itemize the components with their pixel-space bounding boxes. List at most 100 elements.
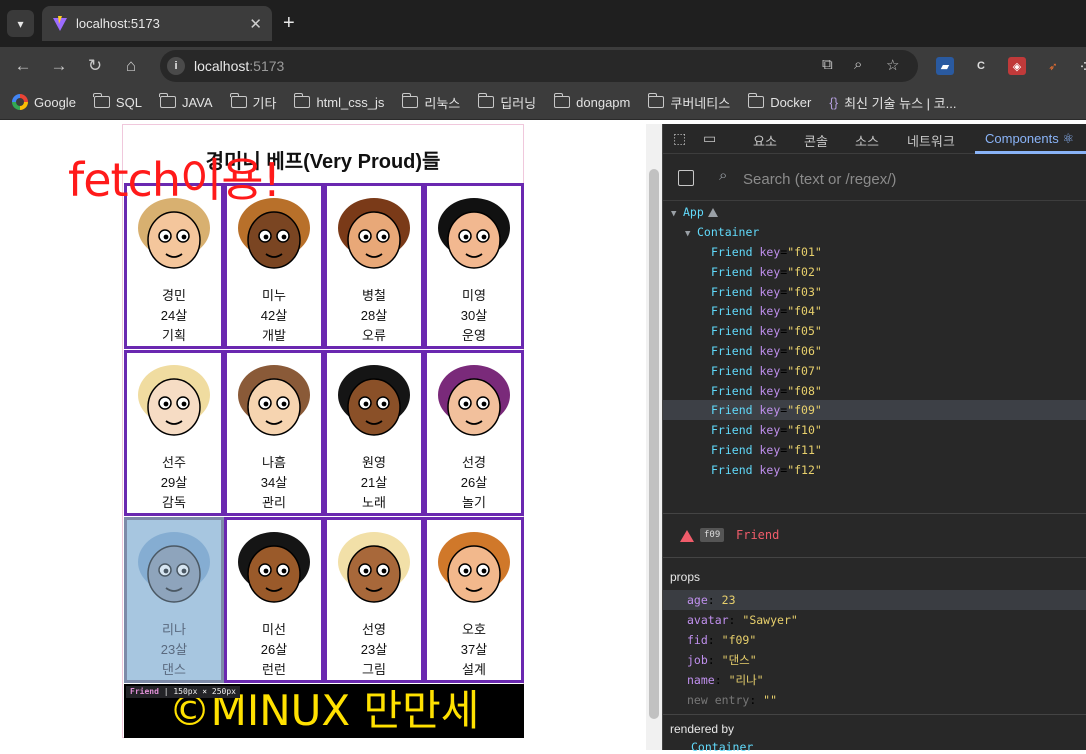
avatar-face (147, 211, 201, 269)
component-search-row: ⌕ (663, 155, 1086, 201)
friend-name: 미선 (262, 622, 286, 637)
select-component-icon[interactable] (678, 170, 694, 186)
prop-value[interactable]: "Sawyer" (742, 613, 797, 627)
prop-row[interactable]: age: 23 (663, 590, 1086, 610)
extension-icon[interactable]: ▰ (936, 57, 954, 75)
friend-info: 리나 23살 댄스 (127, 620, 221, 680)
prop-row[interactable]: job: "댄스" (663, 650, 1086, 670)
expand-caret-icon[interactable]: ▼ (685, 224, 697, 244)
inspect-element-icon[interactable]: ⬚ (673, 130, 690, 147)
page-scrollbar-thumb[interactable] (649, 169, 659, 719)
warning-icon (680, 530, 694, 542)
tree-key-value: "f05" (787, 324, 822, 339)
bookmark-folder-deeplearning[interactable]: 딥러닝 (477, 93, 536, 112)
bookmark-folder-docker[interactable]: Docker (747, 93, 811, 110)
friend-card[interactable]: 미영 30살 운영 (424, 183, 524, 349)
active-tab[interactable]: localhost:5173 ✕ (42, 6, 272, 41)
friend-card[interactable]: 선주 29살 감독 (124, 350, 224, 516)
friend-name: 나흠 (262, 455, 286, 470)
avatar (338, 365, 410, 436)
bookmark-label: 최신 기술 뉴스 | 코... (844, 95, 957, 111)
friend-card[interactable]: 선경 26살 놀기 (424, 350, 524, 516)
props-section-title: props (670, 570, 701, 584)
prop-key: age (687, 593, 708, 607)
friend-name: 선경 (462, 455, 486, 470)
extension-devtool-icon[interactable]: ◈ (1008, 57, 1026, 75)
prop-value[interactable]: "f09" (722, 633, 757, 647)
friend-job: 기획 (162, 328, 186, 343)
tree-row-friend[interactable]: Friend key="f05" (663, 321, 1086, 341)
tree-row-friend[interactable]: Friend key="f03" (663, 282, 1086, 302)
bookmark-folder-dongapm[interactable]: dongapm (553, 93, 630, 110)
friend-card[interactable]: 병철 28살 오류 (324, 183, 424, 349)
site-info-icon[interactable]: i (167, 57, 185, 75)
friend-info: 원영 21살 노래 (327, 453, 421, 513)
new-tab-button[interactable]: + (283, 11, 295, 35)
friend-card[interactable]: 오호 37살 설계 (424, 517, 524, 683)
prop-value[interactable]: "" (763, 693, 777, 707)
tab-sources[interactable]: 소스 (855, 131, 879, 150)
expand-caret-icon[interactable]: ▼ (671, 204, 683, 224)
tree-row-friend[interactable]: Friend key="f11" (663, 440, 1086, 460)
bookmark-folder-sql[interactable]: SQL (93, 93, 142, 110)
tab-elements[interactable]: 요소 (753, 131, 777, 150)
prop-row[interactable]: new entry: "" (663, 690, 1086, 710)
reload-icon[interactable]: ↻ (84, 55, 106, 77)
friend-info: 경민 24살 기획 (127, 286, 221, 346)
friend-card[interactable]: 미선 26살 런런 (224, 517, 324, 683)
prop-value[interactable]: "리나" (729, 673, 764, 687)
tree-row-friend[interactable]: Friend key="f07" (663, 361, 1086, 381)
tree-row-friend[interactable]: Friend key="f02" (663, 262, 1086, 282)
forward-arrow-icon[interactable]: → (48, 55, 70, 77)
bookmark-folder-etc[interactable]: 기타 (230, 93, 276, 112)
bookmark-star-icon[interactable]: ☆ (886, 56, 899, 74)
friend-card[interactable]: 나흠 34살 관리 (224, 350, 324, 516)
bookmark-folder-kubernetes[interactable]: 쿠버네티스 (647, 93, 730, 112)
tab-network[interactable]: 네트워크 (907, 131, 955, 150)
zoom-icon[interactable]: ⌕ (854, 56, 862, 73)
rendered-by-item[interactable]: Container (691, 740, 753, 754)
bookmark-folder-java[interactable]: JAVA (159, 93, 213, 110)
tree-row-friend[interactable]: Friend key="f08" (663, 381, 1086, 401)
tab-search-button[interactable]: ▾ (7, 10, 34, 37)
prop-value[interactable]: "댄스" (722, 653, 757, 667)
friend-age: 34살 (260, 475, 288, 490)
bookmark-google[interactable]: Google (12, 94, 76, 110)
tab-console[interactable]: 콘솔 (804, 131, 828, 150)
extension-cursor-icon[interactable]: C (972, 57, 990, 75)
bookmark-tech-news[interactable]: {} 최신 기술 뉴스 | 코... (829, 93, 956, 112)
prop-row[interactable]: avatar: "Sawyer" (663, 610, 1086, 630)
folder-icon (477, 93, 495, 108)
tree-row-friend[interactable]: Friend key="f06" (663, 341, 1086, 361)
device-toolbar-icon[interactable]: ▭ (703, 130, 720, 147)
tree-tag: Friend (711, 443, 753, 457)
tree-row-app[interactable]: ▼ App (663, 202, 1086, 222)
tab-components[interactable]: Components ⚛ (985, 131, 1074, 147)
extension-swift-icon[interactable]: ➶ (1044, 57, 1062, 75)
tree-row-friend[interactable]: Friend key="f01" (663, 242, 1086, 262)
tree-row-friend[interactable]: Friend key="f10" (663, 420, 1086, 440)
friend-card[interactable]: 선영 23살 그림 (324, 517, 424, 683)
bookmark-folder-html-css-js[interactable]: html_css_js (293, 93, 384, 110)
bookmarks-bar: Google SQL JAVA 기타 html_css_js 리눅스 딥러닝 d… (0, 85, 1086, 120)
address-bar[interactable]: i localhost:5173 ⧉ ⌕ ☆ (160, 50, 918, 82)
tree-tag: Friend (711, 245, 753, 259)
tab-close-icon[interactable]: ✕ (249, 15, 262, 33)
tree-row-friend[interactable]: Friend key="f04" (663, 301, 1086, 321)
prop-value[interactable]: 23 (722, 593, 736, 607)
back-arrow-icon[interactable]: ← (12, 55, 34, 77)
home-icon[interactable]: ⌂ (120, 55, 142, 77)
prop-row[interactable]: name: "리나" (663, 670, 1086, 690)
friend-card[interactable]: 원영 21살 노래 (324, 350, 424, 516)
tree-key-value: "f03" (787, 284, 822, 299)
translate-icon[interactable]: ⧉ (822, 56, 833, 73)
tree-row-friend[interactable]: Friend key="f12" (663, 460, 1086, 480)
bookmark-folder-linux[interactable]: 리눅스 (401, 93, 460, 112)
tree-row-friend[interactable]: Friend key="f09" (663, 400, 1086, 421)
friend-card[interactable]: 리나 23살 댄스 (124, 517, 224, 683)
page-scrollbar[interactable] (646, 124, 662, 750)
prop-row[interactable]: fid: "f09" (663, 630, 1086, 650)
component-search-input[interactable] (743, 169, 1073, 189)
extensions-puzzle-icon[interactable]: ⁘ (1076, 57, 1086, 75)
tree-row-container[interactable]: ▼ Container (663, 222, 1086, 242)
